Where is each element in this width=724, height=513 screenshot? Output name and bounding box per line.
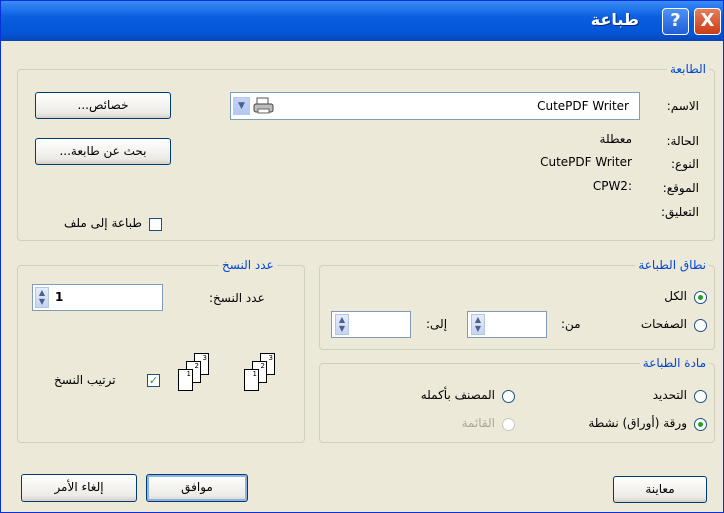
collate-pages-left: 3 2 1 [178, 353, 218, 397]
collate-pages-right: 3 2 1 [244, 353, 284, 397]
from-spinner[interactable]: ▲ ▼ [471, 314, 485, 335]
print-dialog: طباعة ? X الطابعة الاسم: CutePDF Writer … [0, 0, 724, 513]
printer-legend: الطابعة [666, 62, 709, 76]
printer-comment-label: التعليق: [660, 205, 699, 219]
print-what-group [319, 363, 715, 443]
print-what-legend: مادة الطباعة [639, 356, 709, 370]
print-to-file-label[interactable]: طباعة إلى ملف [64, 216, 142, 230]
close-button[interactable]: X [694, 8, 721, 35]
table-radio [502, 418, 515, 431]
range-from-input[interactable]: ▲ ▼ [467, 311, 547, 338]
find-printer-button[interactable]: بحث عن طابعة... [35, 138, 171, 165]
cancel-button[interactable]: إلغاء الأمر [21, 474, 137, 502]
range-to-label: إلى: [426, 317, 448, 331]
range-from-label: من: [561, 317, 581, 331]
printer-icon [253, 97, 274, 114]
help-button[interactable]: ? [662, 8, 689, 35]
range-all-label[interactable]: الكل [664, 289, 687, 303]
print-to-file-checkbox[interactable] [149, 218, 162, 231]
chevron-down-icon[interactable]: ▼ [233, 97, 250, 115]
range-all-radio[interactable] [694, 291, 707, 304]
printer-where-value: CPW2: [592, 179, 632, 193]
copies-legend: عدد النسخ [219, 258, 277, 272]
copies-count-value: 1 [55, 290, 64, 304]
active-sheets-label[interactable]: ورقة (أوراق) نشطة [588, 416, 687, 430]
ok-button[interactable]: موافق [146, 474, 248, 502]
range-pages-label[interactable]: الصفحات [641, 317, 687, 331]
printer-where-label: الموقع: [662, 181, 699, 195]
dialog-title: طباعة [590, 10, 639, 29]
whole-workbook-radio[interactable] [502, 390, 515, 403]
printer-status-label: الحالة: [666, 134, 699, 148]
table-label: القائمة [461, 416, 495, 430]
printer-status-value: معطلة [599, 132, 632, 146]
printer-name-label: الاسم: [666, 99, 699, 113]
preview-button[interactable]: معاينة [613, 476, 707, 503]
printer-name-value: CutePDF Writer [537, 99, 629, 113]
collate-page-1: 1 [178, 369, 193, 391]
properties-button[interactable]: خصائص... [35, 92, 171, 119]
to-spinner[interactable]: ▲ ▼ [335, 314, 349, 335]
collate-page-1: 1 [244, 369, 259, 391]
title-bar: طباعة ? X [1, 1, 723, 41]
collate-label[interactable]: ترتيب النسخ [54, 373, 116, 387]
copies-spinner[interactable]: ▲ ▼ [35, 287, 49, 308]
selection-label[interactable]: التحديد [653, 388, 687, 402]
collate-checkbox[interactable]: ✓ [147, 374, 160, 387]
whole-workbook-label[interactable]: المصنف بأكمله [421, 388, 495, 402]
selection-radio[interactable] [694, 390, 707, 403]
copies-count-input[interactable]: ▲ ▼ 1 [32, 284, 163, 311]
copies-count-label: عدد النسخ: [209, 291, 265, 305]
printer-type-value: CutePDF Writer [540, 155, 632, 169]
range-to-input[interactable]: ▲ ▼ [331, 311, 411, 338]
print-range-legend: نطاق الطباعة [635, 258, 709, 272]
range-pages-radio[interactable] [694, 319, 707, 332]
printer-type-label: النوع: [670, 157, 699, 171]
active-sheets-radio[interactable] [694, 418, 707, 431]
printer-name-select[interactable]: CutePDF Writer ▼ [230, 92, 640, 120]
